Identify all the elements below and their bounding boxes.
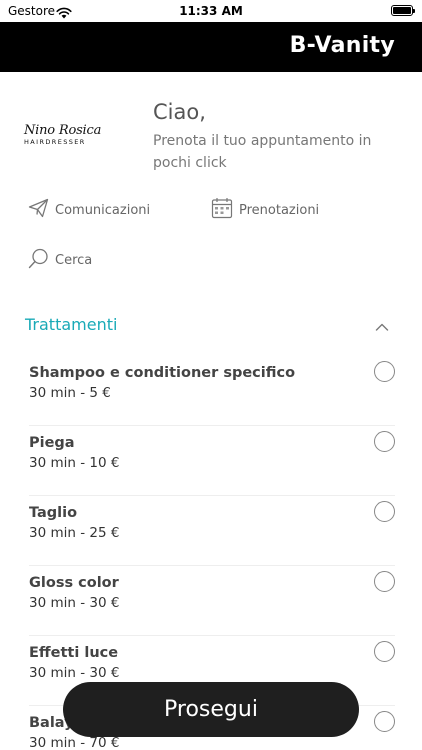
status-bar: Gestore 11:33 AM [0,0,422,22]
bookings-label: Prenotazioni [239,202,320,218]
treatment-radio[interactable] [374,361,395,382]
app-header: B-Vanity [0,22,422,72]
treatment-radio[interactable] [374,711,395,732]
treatment-radio[interactable] [374,501,395,522]
treatment-name: Gloss color [29,575,119,591]
treatments-section-title: Trattamenti [25,315,118,334]
salon-logo-subtitle: HAIRDRESSER [24,138,86,146]
treatment-name: Shampoo e conditioner specifico [29,365,296,381]
treatment-duration-price: 30 min - 30 € [29,665,120,681]
treatment-item[interactable]: Gloss color 30 min - 30 € [29,566,395,636]
communications-label: Comunicazioni [55,202,151,218]
search-label: Cerca [55,253,93,268]
treatment-duration-price: 30 min - 10 € [29,455,120,471]
communications-link[interactable]: Comunicazioni [28,198,150,222]
treatment-item[interactable]: Shampoo e conditioner specifico 30 min -… [29,356,395,426]
treatment-name: Piega [29,435,75,451]
search-link[interactable]: Cerca [28,248,92,273]
treatment-radio[interactable] [374,431,395,452]
treatment-duration-price: 30 min - 30 € [29,595,120,611]
continue-button[interactable]: Prosegui [63,682,359,737]
treatment-duration-price: 30 min - 5 € [29,385,111,401]
treatment-duration-price: 30 min - 70 € [29,735,120,750]
salon-logo-name: Nino Rosica [24,123,102,138]
paper-plane-icon [28,198,55,222]
treatment-item[interactable]: Piega 30 min - 10 € [29,426,395,496]
treatment-name: Taglio [29,505,78,521]
greeting-title: Ciao, [153,100,206,124]
treatment-radio[interactable] [374,641,395,662]
greeting-subtitle: Prenota il tuo appuntamento in pochi cli… [153,133,372,171]
bookings-link[interactable]: Prenotazioni [211,197,319,223]
app-title: B-Vanity [289,33,395,58]
treatment-radio[interactable] [374,571,395,592]
calendar-icon [211,197,239,223]
chevron-up-icon[interactable] [375,317,389,336]
clock: 11:33 AM [179,4,243,18]
battery-icon [391,5,415,16]
treatment-name: Effetti luce [29,645,119,661]
search-icon [28,248,55,273]
treatment-item[interactable]: Taglio 30 min - 25 € [29,496,395,566]
treatments-section-header[interactable]: Trattamenti [25,315,395,339]
salon-logo: Nino Rosica HAIRDRESSER [24,123,124,146]
treatment-duration-price: 30 min - 25 € [29,525,120,541]
